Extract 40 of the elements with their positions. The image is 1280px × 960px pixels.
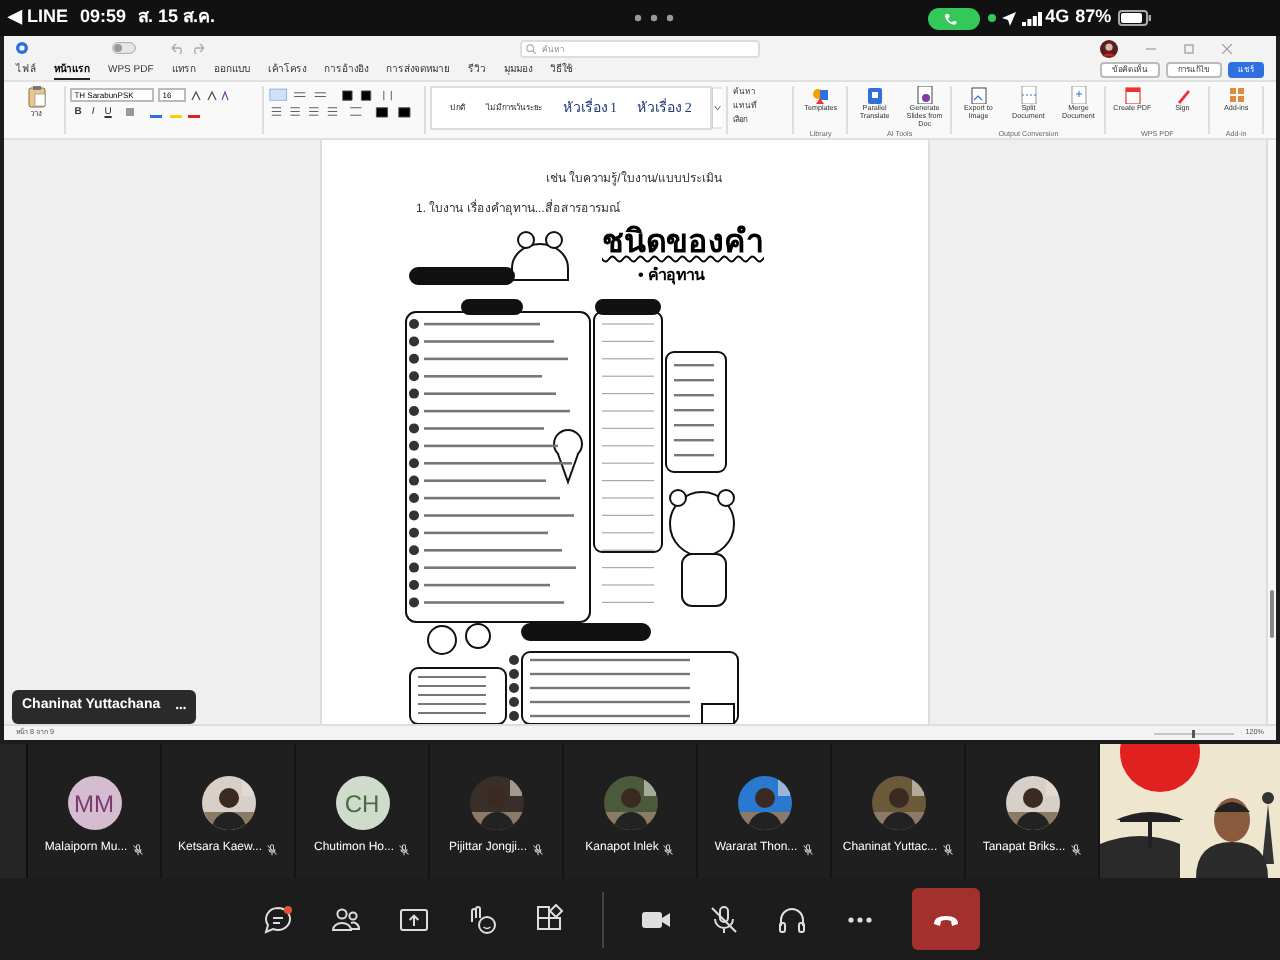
back-link[interactable]: ◀ LINE [8, 4, 69, 32]
hand-smiley-icon[interactable] [465, 903, 497, 935]
avatar-icon[interactable] [1100, 39, 1118, 57]
people-icon[interactable] [329, 903, 361, 935]
battery-percent: 87% [1075, 4, 1112, 31]
worksheet-subtitle: • คำอุทาน [638, 264, 705, 288]
slides-icon [915, 86, 934, 104]
search-icon [526, 43, 536, 53]
shapes-icon [811, 86, 830, 104]
avatar-initials: CH [335, 776, 389, 830]
date: ส. 15 ส.ค. [138, 4, 216, 31]
battery-icon [1117, 10, 1152, 26]
scrollbar-thumb[interactable] [1270, 590, 1274, 638]
location-arrow-icon [1001, 11, 1016, 25]
network-label: 4G [1045, 4, 1070, 31]
clock: 09:59 [80, 4, 127, 31]
app-logo-icon [16, 42, 28, 54]
leave-call-button[interactable] [911, 888, 979, 950]
apps-icon[interactable] [533, 903, 565, 935]
pdf-icon [1123, 86, 1142, 104]
zoom-slider-icon[interactable] [1149, 729, 1238, 737]
document-icon [1019, 86, 1038, 104]
grid-icon [1227, 86, 1246, 104]
chat-icon[interactable] [261, 903, 293, 935]
headphones-icon[interactable] [775, 903, 807, 935]
image-icon [969, 86, 988, 104]
translate-icon [865, 86, 884, 104]
muted-mic-icon[interactable] [707, 903, 739, 935]
share-screen-icon[interactable] [397, 903, 429, 935]
worksheet-title: ชนิดของคำ [602, 223, 764, 264]
signal-icon [1021, 11, 1042, 25]
call-indicator-icon [927, 7, 980, 29]
avatar-initials: MM [67, 776, 121, 830]
phone-hangup-icon [931, 911, 959, 927]
pen-icon [1173, 86, 1192, 104]
dots-icon [631, 14, 676, 22]
document-icon [1069, 86, 1088, 104]
status-dot-icon [987, 14, 996, 22]
toggle-switch[interactable] [112, 42, 136, 54]
paste-icon[interactable] [27, 86, 46, 108]
